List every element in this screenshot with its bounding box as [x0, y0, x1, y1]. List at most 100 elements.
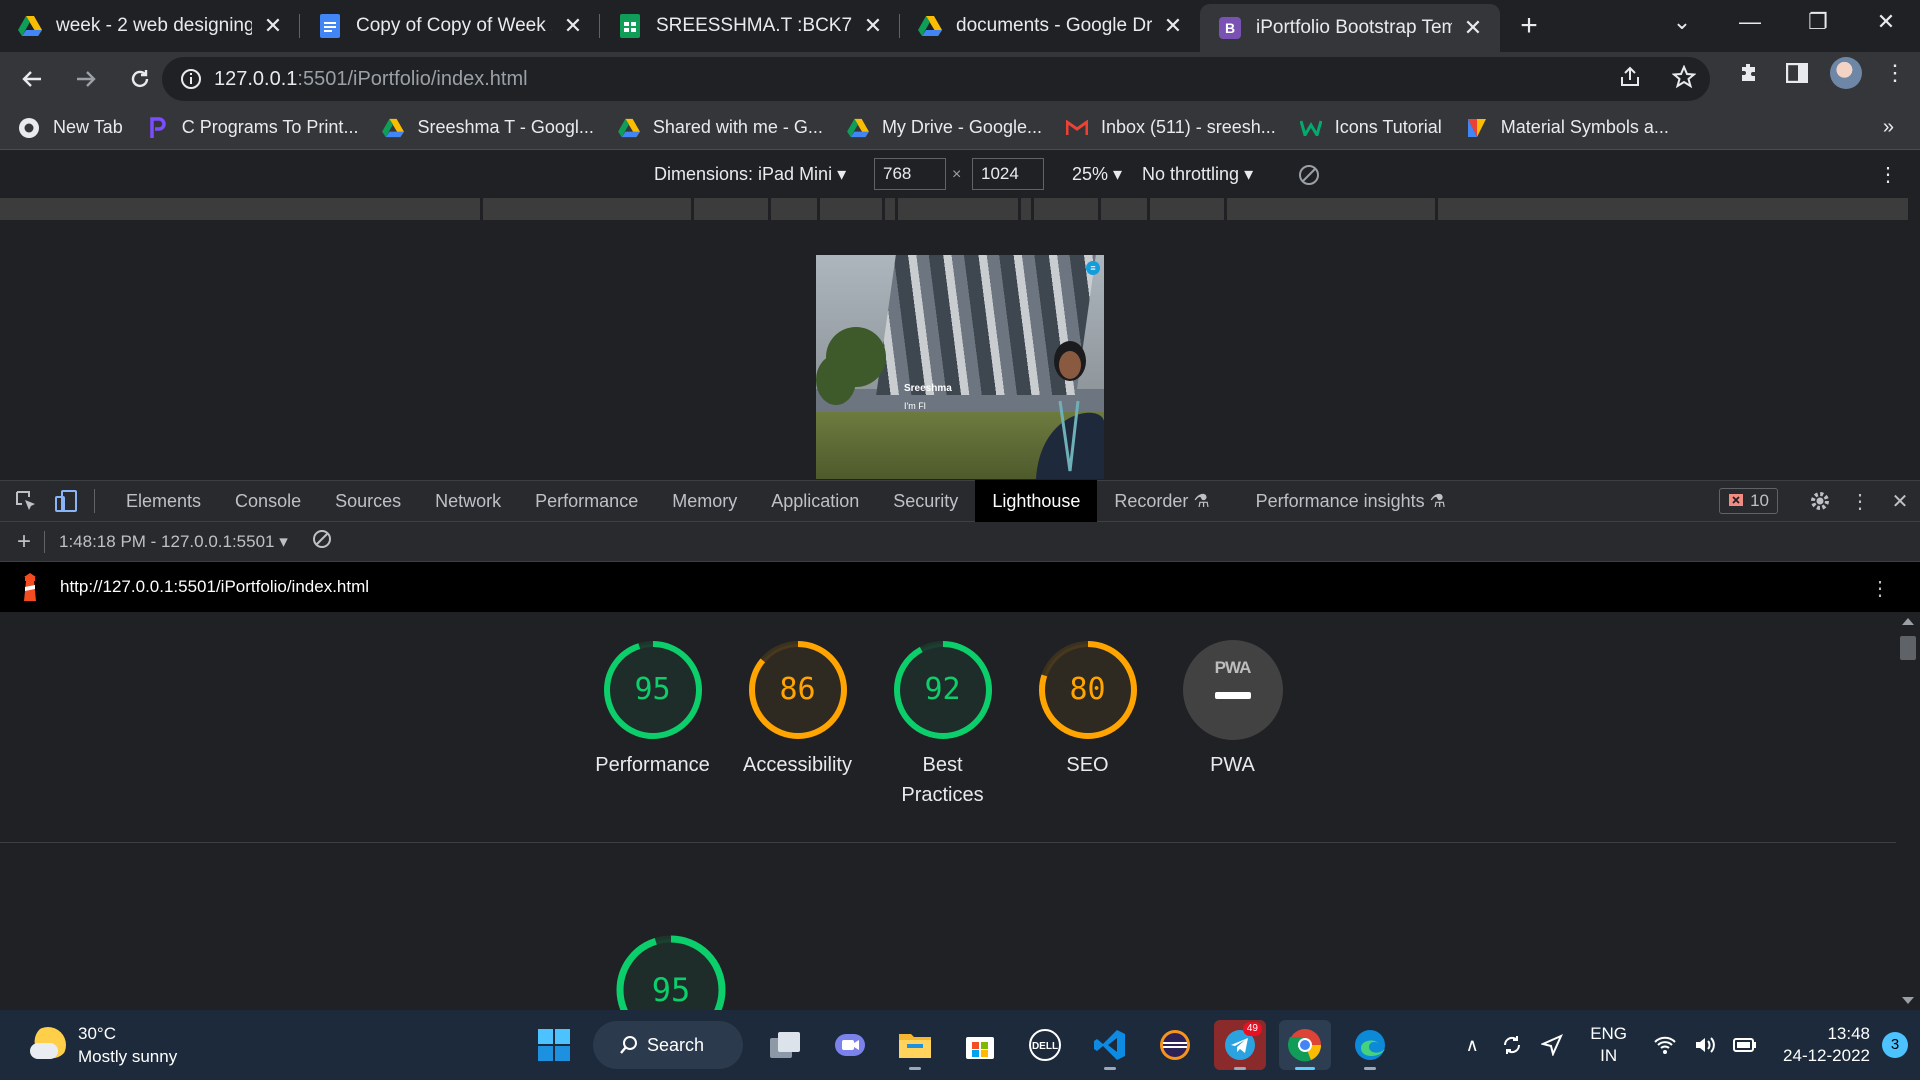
wifi-icon[interactable] — [1645, 1035, 1685, 1055]
close-devtools-icon[interactable]: ✕ — [1880, 489, 1920, 514]
report-tools-menu-icon[interactable]: ⋮ — [1870, 576, 1890, 601]
edge-icon[interactable] — [1344, 1020, 1396, 1070]
bookmark-my-drive[interactable]: My Drive - Google... — [847, 117, 1042, 139]
inspect-element-icon[interactable] — [8, 483, 44, 519]
new-report-icon[interactable]: + — [4, 528, 44, 556]
media-query-segment[interactable] — [820, 198, 882, 220]
media-query-segment[interactable] — [771, 198, 817, 220]
device-dimensions-select[interactable]: Dimensions: iPad Mini ▾ — [654, 164, 846, 185]
performance-category-gauge[interactable]: 95 — [615, 934, 727, 1010]
zoom-select[interactable]: 25% ▾ — [1072, 164, 1122, 185]
rotate-icon[interactable] — [1298, 164, 1320, 191]
bookmark-shared-with-me[interactable]: Shared with me - G... — [617, 117, 823, 139]
media-query-segment[interactable] — [898, 198, 1018, 220]
address-bar[interactable]: 127.0.0.1:5501/iPortfolio/index.html — [162, 57, 1710, 101]
taskbar-search[interactable]: Search — [593, 1021, 743, 1069]
battery-icon[interactable] — [1725, 1038, 1765, 1052]
throttling-select[interactable]: No throttling ▾ — [1142, 164, 1253, 185]
task-view-icon[interactable] — [759, 1020, 811, 1070]
tab-network[interactable]: Network — [418, 480, 518, 522]
close-tab-icon[interactable]: ✕ — [862, 15, 884, 37]
gauge-seo[interactable]: 80 SEO — [1015, 640, 1160, 810]
media-query-segment[interactable] — [1101, 198, 1147, 220]
restore-icon[interactable]: ❐ — [1784, 0, 1852, 44]
volume-icon[interactable] — [1685, 1035, 1725, 1055]
site-info-icon[interactable] — [180, 68, 202, 90]
media-query-segment[interactable] — [694, 198, 768, 220]
browser-tab-iportfolio[interactable]: B iPortfolio Bootstrap Templa ✕ — [1200, 4, 1500, 52]
profile-avatar[interactable] — [1830, 57, 1862, 89]
tab-performance-insights[interactable]: Performance insights ⚗ — [1239, 480, 1463, 522]
browser-tab-week2[interactable]: week - 2 web designing - ✕ — [0, 4, 300, 48]
device-width-input[interactable] — [874, 158, 946, 190]
vscode-icon[interactable] — [1084, 1020, 1136, 1070]
bookmark-c-programs[interactable]: C Programs To Print... — [147, 116, 358, 139]
location-arrow-icon[interactable] — [1532, 1034, 1572, 1056]
tab-recorder[interactable]: Recorder ⚗ — [1097, 480, 1226, 522]
mobile-nav-toggle-icon[interactable]: ≡ — [1086, 261, 1100, 275]
new-tab-button[interactable]: + — [1506, 4, 1552, 48]
tab-sources[interactable]: Sources — [318, 480, 418, 522]
tab-performance[interactable]: Performance — [518, 480, 655, 522]
close-tab-icon[interactable]: ✕ — [1162, 15, 1184, 37]
settings-gear-icon[interactable] — [1800, 490, 1840, 512]
gauge-pwa[interactable]: PWA PWA — [1160, 640, 1305, 810]
bookmark-sreeshma-drive[interactable]: Sreeshma T - Googl... — [382, 117, 594, 139]
forward-icon[interactable] — [64, 57, 108, 101]
system-clock[interactable]: 13:48 24-12-2022 — [1783, 1023, 1870, 1067]
devtools-menu-icon[interactable]: ⋮ — [1840, 489, 1880, 514]
sync-icon[interactable] — [1492, 1034, 1532, 1056]
teams-chat-icon[interactable] — [824, 1020, 876, 1070]
media-query-segment[interactable] — [1021, 198, 1031, 220]
telegram-icon[interactable]: 49 — [1214, 1020, 1266, 1070]
eclipse-icon[interactable] — [1149, 1020, 1201, 1070]
device-height-input[interactable] — [972, 158, 1044, 190]
tab-elements[interactable]: Elements — [109, 480, 218, 522]
gauge-performance[interactable]: 95 Performance — [580, 640, 725, 810]
report-selector[interactable]: 1:48:18 PM - 127.0.0.1:5501 ▾ — [59, 532, 288, 552]
notification-count-badge[interactable]: 3 — [1882, 1032, 1908, 1058]
chrome-taskbar-icon[interactable] — [1279, 1020, 1331, 1070]
dell-icon[interactable]: DELL — [1019, 1020, 1071, 1070]
media-query-segment[interactable] — [1034, 198, 1098, 220]
extensions-icon[interactable] — [1734, 58, 1764, 88]
clear-reports-icon[interactable] — [312, 529, 332, 554]
device-toggle-icon[interactable] — [48, 483, 84, 519]
close-window-icon[interactable]: ✕ — [1852, 0, 1920, 44]
close-tab-icon[interactable]: ✕ — [1462, 17, 1484, 39]
gauge-best-practices[interactable]: 92 Best Practices — [870, 640, 1015, 810]
file-explorer-icon[interactable] — [889, 1020, 941, 1070]
media-query-segment[interactable] — [1438, 198, 1908, 220]
browser-tab-documents[interactable]: documents - Google Drive ✕ — [900, 4, 1200, 48]
media-query-segment[interactable] — [483, 198, 691, 220]
device-toolbar-menu-icon[interactable]: ⋮ — [1878, 162, 1898, 187]
scroll-down-icon[interactable] — [1902, 997, 1914, 1004]
weather-widget[interactable]: 30°C Mostly sunny — [30, 1022, 177, 1068]
chrome-menu-icon[interactable]: ⋮ — [1880, 58, 1910, 88]
reload-icon[interactable] — [118, 57, 162, 101]
more-bookmarks-icon[interactable]: » — [1883, 116, 1894, 139]
scrollbar-thumb[interactable] — [1900, 636, 1916, 660]
start-button[interactable] — [528, 1020, 580, 1070]
bookmark-icons-tutorial[interactable]: Icons Tutorial — [1299, 117, 1442, 139]
tab-application[interactable]: Application — [754, 480, 876, 522]
tab-memory[interactable]: Memory — [655, 480, 754, 522]
scroll-up-icon[interactable] — [1902, 618, 1914, 625]
report-scrollbar[interactable] — [1896, 612, 1920, 1010]
tab-lighthouse[interactable]: Lighthouse — [975, 480, 1098, 522]
tab-search-icon[interactable]: ⌄ — [1648, 0, 1716, 44]
bookmark-star-icon[interactable] — [1672, 65, 1696, 89]
microsoft-store-icon[interactable] — [954, 1020, 1006, 1070]
media-query-segment[interactable] — [1227, 198, 1435, 220]
page-preview[interactable]: Sreeshma I'm Fl ≡ — [816, 255, 1104, 479]
show-hidden-icons-chevron-icon[interactable]: ∧ — [1452, 1035, 1492, 1056]
bookmark-inbox[interactable]: Inbox (511) - sreesh... — [1065, 117, 1276, 139]
report-url[interactable]: http://127.0.0.1:5501/iPortfolio/index.h… — [60, 577, 369, 597]
issues-badge[interactable]: 10 — [1719, 488, 1778, 514]
minimize-icon[interactable]: — — [1716, 0, 1784, 44]
tab-console[interactable]: Console — [218, 480, 318, 522]
media-query-segment[interactable] — [885, 198, 895, 220]
media-query-segment[interactable] — [0, 198, 480, 220]
input-language[interactable]: ENG IN — [1590, 1023, 1627, 1067]
bookmark-material-symbols[interactable]: Material Symbols a... — [1466, 117, 1669, 139]
